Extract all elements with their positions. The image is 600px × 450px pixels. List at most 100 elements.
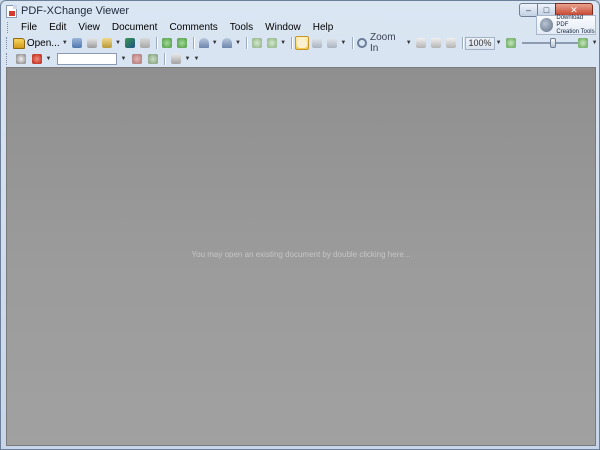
select-text-button[interactable] [310, 36, 324, 50]
menu-file[interactable]: File [15, 20, 43, 35]
toolbar-grip-handle[interactable] [6, 37, 9, 49]
undo-dropdown-arrow[interactable]: ▼ [211, 36, 218, 50]
menu-document[interactable]: Document [106, 20, 164, 35]
menu-bar: File Edit View Document Comments Tools W… [2, 20, 599, 35]
document-area[interactable]: You may open an existing document by dou… [6, 67, 596, 446]
download-pdf-tools-button[interactable]: Download PDF Creation Tools [536, 15, 596, 35]
email-button[interactable] [100, 36, 114, 50]
save-icon [72, 38, 83, 48]
app-window: PDF-XChange Viewer – □ ✕ Download PDF Cr… [0, 0, 600, 450]
menu-comments[interactable]: Comments [163, 20, 223, 35]
select-text-icon [312, 38, 323, 48]
snapshot-icon [327, 38, 338, 48]
search-dropdown-arrow[interactable]: ▼ [120, 52, 127, 66]
email-dropdown-arrow[interactable]: ▼ [115, 36, 121, 50]
redo-icon [221, 38, 232, 48]
zoom-in-small-icon [578, 38, 589, 48]
main-toolbar: Open... ▼ ▼ ▼ ▼ ▼ ▼ Zoom In ▼ 100% ▼ ▼ [2, 32, 599, 54]
open-document-hint: You may open an existing document by dou… [191, 250, 411, 259]
redo-button[interactable] [220, 36, 234, 50]
search-input[interactable] [57, 52, 117, 65]
pdf-app-icon[interactable] [6, 5, 17, 18]
toolbar-options-arrow[interactable]: ▼ [591, 36, 598, 50]
fit-width-icon [445, 38, 456, 48]
rotate-left-button[interactable] [250, 36, 264, 50]
zoom-in-small-button[interactable] [577, 36, 591, 50]
menu-help[interactable]: Help [307, 20, 340, 35]
redo-dropdown-arrow[interactable]: ▼ [235, 36, 241, 50]
zoom-tool-dropdown-arrow[interactable]: ▼ [405, 36, 412, 50]
menu-view[interactable]: View [72, 20, 106, 35]
save-button[interactable] [70, 36, 84, 50]
view-toggle-button[interactable] [13, 52, 28, 66]
menu-tools[interactable]: Tools [224, 20, 259, 35]
eye-icon [15, 53, 26, 64]
menu-window[interactable]: Window [259, 20, 307, 35]
stamp-button[interactable] [29, 52, 44, 66]
magnifier-icon [357, 38, 367, 48]
back-button[interactable] [160, 36, 174, 50]
print-icon [86, 38, 97, 48]
zoom-level-dropdown-arrow[interactable]: ▼ [495, 36, 502, 50]
toolbar-separator [351, 37, 353, 49]
scan-button[interactable] [123, 36, 137, 50]
zoom-level-field[interactable]: 100% [465, 36, 496, 50]
comment-tool-dropdown-arrow[interactable]: ▼ [184, 52, 191, 66]
secondary-toolbar: ▼ ▼ ▼ ▼ [2, 51, 599, 66]
open-label: Open... [26, 37, 60, 49]
snapshot-dropdown-arrow[interactable]: ▼ [340, 36, 346, 50]
rotate-right-button[interactable] [265, 36, 279, 50]
email-icon [101, 38, 112, 48]
stamp-icon [31, 53, 42, 64]
ocr-icon [140, 38, 151, 48]
ocr-button[interactable] [138, 36, 152, 50]
download-badge-line2: Creation Tools [556, 28, 595, 35]
find-previous-button[interactable] [129, 52, 144, 66]
download-badge-text: Download PDF Creation Tools [556, 15, 595, 36]
toolbar-separator [291, 37, 293, 49]
open-dropdown-arrow[interactable]: ▼ [62, 36, 68, 50]
fit-width-button[interactable] [444, 36, 458, 50]
download-badge-line1: Download PDF [556, 14, 584, 28]
window-title: PDF-XChange Viewer [21, 5, 130, 17]
fit-page-button[interactable] [429, 36, 443, 50]
zoom-slider-thumb[interactable] [549, 38, 556, 48]
rotate-dropdown-arrow[interactable]: ▼ [280, 36, 286, 50]
download-globe-icon [540, 18, 554, 32]
menu-grip-handle[interactable] [7, 22, 10, 33]
fit-page-icon [430, 38, 441, 48]
toolbar-separator [246, 37, 248, 49]
snapshot-button[interactable] [325, 36, 339, 50]
actual-size-icon [415, 38, 426, 48]
toolbar-separator [164, 52, 165, 65]
back-arrow-icon [161, 38, 172, 48]
folder-open-icon [12, 37, 25, 49]
zoom-slider[interactable] [521, 37, 578, 49]
stamp-dropdown-arrow[interactable]: ▼ [45, 52, 52, 66]
comment-tool-button[interactable] [168, 52, 183, 66]
toolbar-grip-handle[interactable] [6, 52, 9, 65]
actual-size-button[interactable] [414, 36, 428, 50]
open-button[interactable]: Open... [12, 37, 60, 49]
scan-icon [125, 38, 136, 48]
forward-button[interactable] [175, 36, 189, 50]
menu-edit[interactable]: Edit [43, 20, 72, 35]
forward-arrow-icon [176, 38, 187, 48]
comment-tool-icon [170, 53, 181, 64]
find-next-button[interactable] [145, 52, 160, 66]
rotate-right-icon [266, 38, 277, 48]
toolbar-separator [155, 37, 157, 49]
toolbar-separator [192, 37, 194, 49]
print-button[interactable] [85, 36, 99, 50]
find-previous-icon [131, 53, 142, 64]
title-bar: PDF-XChange Viewer – □ ✕ [1, 1, 599, 21]
hand-tool-button[interactable] [295, 36, 310, 50]
zoom-out-icon [505, 38, 516, 48]
toolbar-separator [461, 37, 463, 49]
rotate-left-icon [252, 38, 263, 48]
toolbar2-options-arrow[interactable]: ▼ [193, 52, 200, 66]
undo-icon [198, 38, 209, 48]
undo-button[interactable] [197, 36, 211, 50]
zoom-out-button[interactable] [504, 36, 518, 50]
hand-tool-icon [297, 38, 308, 48]
